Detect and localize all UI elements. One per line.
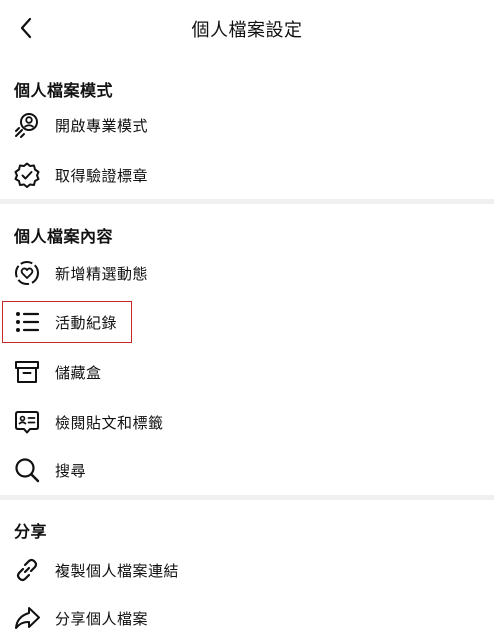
- verified-badge-icon: [12, 161, 42, 189]
- menu-item-professional-mode[interactable]: 開啟專業模式: [0, 105, 494, 145]
- professional-mode-icon: [12, 111, 42, 139]
- menu-item-label: 新增精選動態: [55, 265, 149, 283]
- section-title-share: 分享: [14, 522, 48, 541]
- section-divider: [0, 199, 494, 204]
- section-title-profile-content: 個人檔案內容: [14, 227, 114, 246]
- section-divider: [0, 495, 494, 500]
- share-icon: [12, 604, 42, 632]
- link-icon: [12, 556, 42, 584]
- menu-item-add-highlight[interactable]: 新增精選動態: [0, 253, 494, 293]
- page-title: 個人檔案設定: [191, 20, 303, 41]
- menu-item-label: 儲藏盒: [55, 364, 102, 382]
- highlight-heart-icon: [12, 259, 42, 287]
- menu-item-label: 搜尋: [55, 462, 87, 480]
- header-bar: 個人檔案設定: [0, 0, 494, 56]
- menu-item-label: 開啟專業模式: [55, 117, 149, 135]
- menu-item-label: 檢閱貼文和標籤: [55, 414, 164, 432]
- menu-item-review-posts-tags[interactable]: 檢閱貼文和標籤: [0, 402, 494, 442]
- review-tags-icon: [12, 408, 42, 436]
- archive-icon: [12, 358, 42, 386]
- menu-item-copy-profile-link[interactable]: 複製個人檔案連結: [0, 550, 494, 590]
- menu-item-label: 取得驗證標章: [55, 167, 149, 185]
- menu-item-verified-badge[interactable]: 取得驗證標章: [0, 155, 494, 195]
- menu-item-share-profile[interactable]: 分享個人檔案: [0, 598, 494, 638]
- menu-item-label: 分享個人檔案: [55, 610, 149, 628]
- menu-item-archive[interactable]: 儲藏盒: [0, 352, 494, 392]
- section-title-profile-mode: 個人檔案模式: [14, 81, 114, 100]
- search-icon: [12, 456, 42, 484]
- menu-item-search[interactable]: 搜尋: [0, 450, 494, 490]
- highlight-annotation: [2, 301, 132, 343]
- menu-item-label: 複製個人檔案連結: [55, 562, 180, 580]
